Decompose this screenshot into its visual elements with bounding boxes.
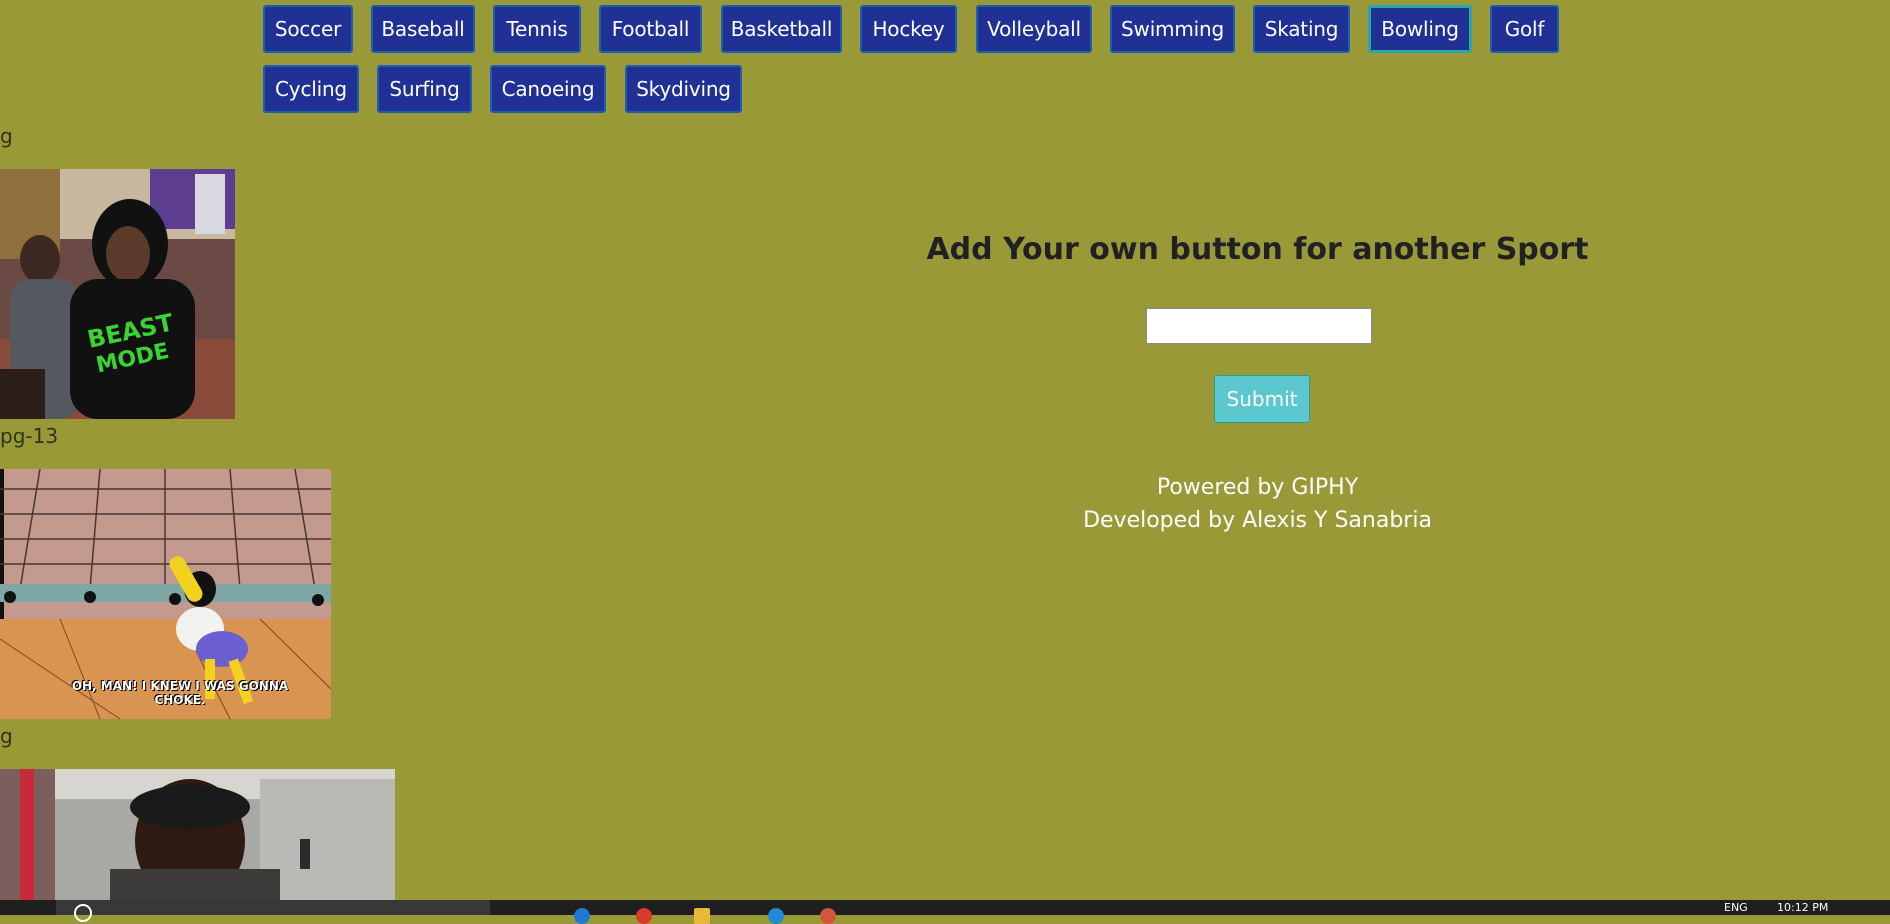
sport-button-tennis[interactable]: Tennis (493, 5, 581, 53)
sport-button-skydiving[interactable]: Skydiving (625, 65, 742, 113)
vscode-icon[interactable] (768, 908, 784, 924)
sport-button-canoeing[interactable]: Canoeing (490, 65, 606, 113)
bowling-alley-man-image (0, 769, 395, 900)
sport-button-football[interactable]: Football (599, 5, 702, 53)
sport-button-basketball[interactable]: Basketball (721, 5, 842, 53)
taskbar: ENG 10:12 PM (0, 900, 1890, 924)
edge-icon[interactable] (574, 908, 590, 924)
sport-button-surfing[interactable]: Surfing (377, 65, 472, 113)
bowling-beast-mode-image: BEAST MODE (0, 169, 235, 419)
add-sport-title: Add Your own button for another Sport (926, 232, 1589, 267)
bowling-beast-mode-gif[interactable]: BEAST MODE (0, 169, 235, 419)
sport-button-golf[interactable]: Golf (1490, 5, 1559, 53)
sport-button-bowling[interactable]: Bowling (1368, 5, 1472, 53)
developer-credit: Developed by Alexis Y Sanabria (1083, 508, 1432, 533)
taskbar-search-box[interactable] (56, 900, 490, 922)
app-icon[interactable] (820, 908, 836, 924)
sport-input[interactable] (1146, 308, 1372, 344)
simpsons-bowling-gif[interactable]: OH, MAN! I KNEW I WAS GONNA CHOKE. (0, 469, 331, 719)
sport-button-swimming[interactable]: Swimming (1110, 5, 1235, 53)
file-explorer-icon[interactable] (694, 908, 710, 924)
sport-button-baseball[interactable]: Baseball (371, 5, 475, 53)
gif-caption: OH, MAN! I KNEW I WAS GONNA CHOKE. (71, 679, 289, 707)
taskbar-clock[interactable]: 10:12 PM (1777, 900, 1828, 915)
sport-button-hockey[interactable]: Hockey (860, 5, 957, 53)
sport-button-skating[interactable]: Skating (1253, 5, 1350, 53)
gif-rating: pg-13 (0, 424, 59, 448)
search-icon (74, 904, 92, 922)
gif-rating: g (0, 124, 13, 148)
chrome-icon[interactable] (636, 908, 652, 924)
gif-rating: g (0, 724, 13, 748)
powered-by-text: Powered by GIPHY (1156, 475, 1359, 500)
submit-button[interactable]: Submit (1214, 375, 1310, 423)
bowling-alley-man-gif[interactable] (0, 769, 395, 900)
sport-button-volleyball[interactable]: Volleyball (976, 5, 1092, 53)
sport-button-soccer[interactable]: Soccer (263, 5, 353, 53)
language-indicator[interactable]: ENG (1724, 900, 1748, 915)
sport-button-cycling[interactable]: Cycling (263, 65, 359, 113)
